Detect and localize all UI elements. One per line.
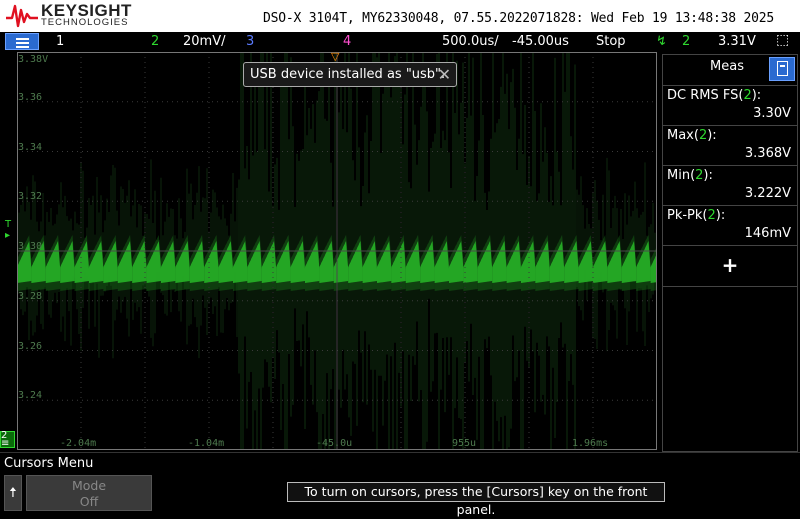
softkey-bar: Cursors Menu 🠅 Mode Off To turn on curso… [0, 452, 800, 517]
up-arrow-icon: 🠅 [9, 485, 17, 501]
measurement-name: DC RMS FS( [667, 88, 744, 103]
measurement-label: Pk-Pk(2): [667, 208, 725, 223]
measurement-name: Min( [667, 168, 696, 183]
notification-message: USB device installed as "usb". [250, 67, 446, 82]
measurement-label: Max(2): [667, 128, 717, 143]
measurement-suffix: ): [703, 168, 713, 183]
channel-2-label[interactable]: 2 [151, 34, 159, 49]
measurement-value: 146mV [744, 226, 791, 241]
measurement-value: 3.30V [753, 106, 791, 121]
screen-capture-icon[interactable]: ⬚ [776, 32, 789, 48]
mode-label: Mode [71, 478, 107, 493]
measurement-pk-pk[interactable]: Pk-Pk(2): 146mV [663, 205, 797, 246]
menu-icon-line [16, 46, 29, 48]
measurements-title[interactable]: Meas [687, 59, 767, 74]
measurement-min[interactable]: Min(2): 3.222V [663, 165, 797, 206]
measurement-suffix: ): [707, 128, 717, 143]
measurement-max[interactable]: Max(2): 3.368V [663, 125, 797, 166]
y-axis-label: 3.36 [18, 92, 43, 103]
x-axis-label: -1.04m [188, 438, 225, 449]
x-axis-label: -2.04m [60, 438, 97, 449]
channel-2-ground-marker[interactable]: 2 ≡ [0, 430, 15, 449]
measurement-label: DC RMS FS(2): [667, 88, 761, 103]
menu-icon [16, 38, 29, 40]
cursor-hint: To turn on cursors, press the [Cursors] … [287, 482, 665, 517]
y-axis-label: 3.28 [18, 291, 43, 302]
y-axis-label: 3.32 [18, 191, 43, 202]
x-axis-label: 955u [452, 438, 477, 449]
measurement-channel: 2 [743, 88, 752, 103]
measurement-name: Max( [667, 128, 699, 143]
y-axis-label: 3.34 [18, 142, 43, 153]
measurement-value: 3.368V [744, 146, 791, 161]
header-bar: KEYSIGHT TECHNOLOGIES DSO-X 3104T, MY623… [0, 0, 800, 32]
trigger-level-marker-label: T [5, 219, 12, 230]
trigger-level[interactable]: 3.31V [718, 34, 756, 49]
measurement-suffix: ): [751, 88, 762, 103]
close-icon[interactable]: ✕ [438, 63, 451, 86]
measurement-name: Pk-Pk( [667, 208, 708, 223]
instrument-info: DSO-X 3104T, MY62330048, 07.55.202207182… [263, 11, 774, 26]
up-arrow-button[interactable]: 🠅 [4, 475, 22, 511]
channel-1-label[interactable]: 1 [56, 34, 64, 49]
channel-3-label[interactable]: 3 [246, 34, 254, 49]
brand-subtitle: TECHNOLOGIES [41, 17, 129, 28]
plus-icon: + [721, 253, 739, 277]
measurement-value: 3.222V [744, 186, 791, 201]
x-axis-label: -45.0u [316, 438, 353, 449]
main-menu-button[interactable] [5, 33, 39, 50]
add-measurement-button[interactable]: + [663, 245, 797, 287]
channel-4-label[interactable]: 4 [343, 34, 351, 49]
measurement-suffix: ): [715, 208, 726, 223]
timebase-scale[interactable]: 500.0us/ [442, 34, 499, 49]
x-axis-label: 1.96ms [572, 438, 609, 449]
trigger-level-marker: T ▸ [5, 219, 12, 241]
channel-2-scale[interactable]: 20mV/ [183, 34, 225, 49]
y-axis-label: 3.38V [18, 54, 49, 65]
run-state: Stop [596, 34, 626, 49]
waveform-display[interactable] [17, 52, 657, 450]
trigger-channel[interactable]: 2 [682, 34, 690, 49]
channel-2-ground-label: 2 [1, 430, 8, 441]
menu-title: Cursors Menu [4, 456, 94, 471]
usb-notification: USB device installed as "usb". ✕ [243, 62, 457, 87]
y-axis-label: 3.30 [18, 241, 43, 252]
measurement-dc-rms[interactable]: DC RMS FS(2): 3.30V [663, 85, 797, 126]
mode-softkey[interactable]: Mode Off [26, 475, 152, 511]
y-axis-label: 3.26 [18, 341, 43, 352]
mode-value: Off [79, 494, 99, 509]
measurement-channel: 2 [698, 128, 708, 143]
y-axis-label: 3.24 [18, 390, 43, 401]
measurement-label: Min(2): [667, 168, 713, 183]
status-bar: 1 2 20mV/ 3 4 500.0us/ -45.00us Stop ↯ 2… [0, 32, 800, 52]
trigger-edge-icon: ↯ [656, 34, 667, 49]
measurements-tab-icon[interactable] [769, 57, 795, 81]
menu-icon-line [16, 42, 29, 44]
measurements-panel: Meas DC RMS FS(2): 3.30V Max(2): 3.368V … [662, 54, 798, 452]
measurement-channel: 2 [707, 208, 716, 223]
time-delay[interactable]: -45.00us [512, 34, 569, 49]
